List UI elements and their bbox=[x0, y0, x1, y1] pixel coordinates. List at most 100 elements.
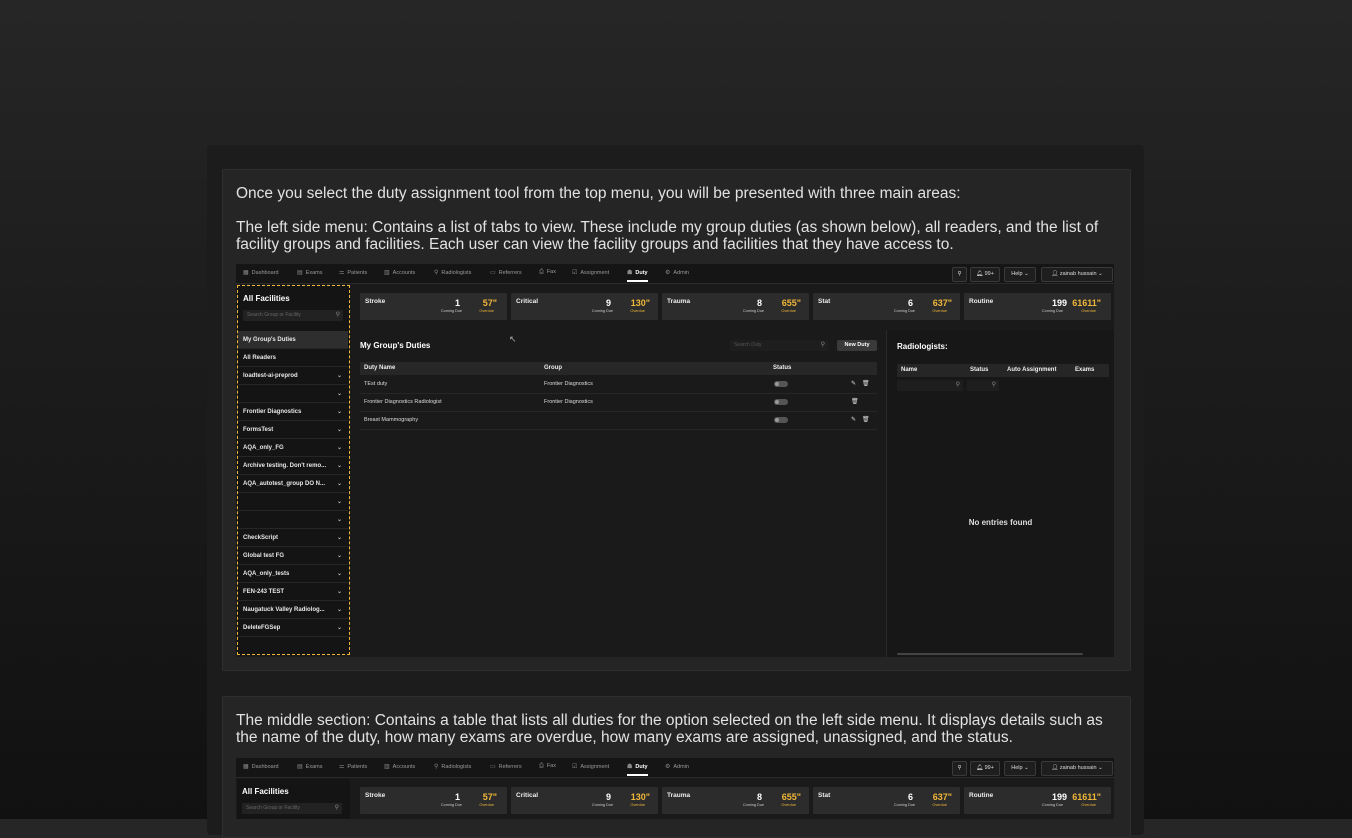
stat-card-stat[interactable]: Stat 6 Coming Due 637" Overdue bbox=[813, 293, 960, 320]
nav-admin[interactable]: ⚙ Admin bbox=[665, 269, 689, 276]
chevron-down-icon: ⌄ bbox=[1098, 271, 1103, 277]
stat-card-routine[interactable]: Routine 199 Coming Due 61611" Overdue bbox=[964, 787, 1111, 814]
nav-duty[interactable]: ☗ Duty bbox=[627, 269, 648, 282]
table-row[interactable]: Frontier Diagnostics Radiologist Frontie… bbox=[360, 393, 877, 412]
sidebar-item-group[interactable]: FEN-243 TEST ⌄ bbox=[238, 583, 348, 601]
chevron-down-icon: ⌄ bbox=[336, 607, 342, 613]
nav-referrers[interactable]: ▭ Referrers bbox=[490, 763, 522, 770]
notifications-button[interactable]: 🔔︎ 99+ bbox=[970, 761, 1000, 776]
dashboard-icon: ▦ bbox=[243, 270, 249, 276]
radiologists-title: Radiologists: bbox=[897, 342, 948, 351]
sidebar-item-group[interactable]: ⌄ bbox=[238, 385, 348, 403]
help-button[interactable]: Help ⌄ bbox=[1004, 267, 1036, 282]
nav-duty[interactable]: ☗ Duty bbox=[627, 763, 648, 776]
user-menu[interactable]: 👤︎ zainab hussain ⌄ bbox=[1041, 267, 1113, 282]
chevron-down-icon: ⌄ bbox=[336, 625, 342, 631]
delete-icon[interactable]: 🗑︎ bbox=[851, 393, 859, 411]
nav-assignment[interactable]: ☑ Assignment bbox=[572, 269, 609, 276]
admin-icon: ⚙ bbox=[665, 270, 671, 276]
nav-referrers[interactable]: ▭ Referrers bbox=[490, 269, 522, 276]
sidebar-item-group[interactable]: Global test FG ⌄ bbox=[238, 547, 348, 565]
notifications-button[interactable]: 🔔︎ 99+ bbox=[970, 267, 1000, 282]
admin-icon: ⚙ bbox=[665, 764, 671, 770]
edit-icon[interactable]: ✎ bbox=[851, 375, 856, 393]
exams-icon: ▤ bbox=[297, 764, 303, 770]
status-toggle[interactable] bbox=[774, 381, 788, 387]
sidebar-item-group[interactable]: loadtest-ai-preprod ⌄ bbox=[238, 367, 348, 385]
search-icon[interactable]: ⚲ bbox=[952, 267, 967, 282]
chevron-down-icon: ⌄ bbox=[336, 481, 342, 487]
new-duty-button[interactable]: New Duty bbox=[837, 340, 877, 351]
nav-exams[interactable]: ▤ Exams bbox=[297, 269, 322, 276]
stat-card-trauma[interactable]: Trauma 8 Coming Due 655" Overdue bbox=[662, 293, 809, 320]
chevron-down-icon: ⌄ bbox=[336, 517, 342, 523]
patients-icon: ⚌ bbox=[339, 764, 345, 770]
nav-dashboard[interactable]: ▦ Dashboard bbox=[243, 269, 279, 276]
table-row[interactable]: Breast Mammography ✎ 🗑︎ bbox=[360, 411, 877, 430]
nav-accounts[interactable]: ▥ Accounts bbox=[384, 763, 415, 770]
nav-radiologists[interactable]: ⚲ Radiologists bbox=[434, 763, 471, 770]
stat-card-routine[interactable]: Routine 199 Coming Due 61611" Overdue bbox=[964, 293, 1111, 320]
sidebar-item-group[interactable]: AQA_autotest_group DO N... ⌄ bbox=[238, 475, 348, 493]
sidebar-item-group[interactable]: Naugatuck Valley Radiolog... ⌄ bbox=[238, 601, 348, 619]
sidebar-item-group[interactable]: FormsTest ⌄ bbox=[238, 421, 348, 439]
nav-fax[interactable]: ⎙ Fax bbox=[539, 763, 556, 770]
app-screenshot-1: ▦ Dashboard ▤ Exams ⚌ Patients ▥ Accounts ⚲ R… bbox=[236, 264, 1114, 657]
chevron-down-icon: ⌄ bbox=[1024, 765, 1029, 771]
top-nav: ▦ Dashboard ▤ Exams ⚌ Patients ▥ Accounts ⚲ R… bbox=[236, 264, 1114, 284]
empty-state: No entries found bbox=[968, 518, 1033, 527]
nav-exams[interactable]: ▤ Exams bbox=[297, 763, 322, 770]
name-filter-input[interactable]: ⚲ bbox=[897, 380, 963, 391]
delete-icon[interactable]: 🗑︎ bbox=[862, 375, 870, 393]
chevron-down-icon: ⌄ bbox=[336, 463, 342, 469]
edit-icon[interactable]: ✎ bbox=[851, 411, 856, 429]
status-toggle[interactable] bbox=[774, 399, 788, 405]
sidebar-item-group[interactable]: Frontier Diagnostics ⌄ bbox=[238, 403, 348, 421]
middle-section-description: The middle section: Contains a table tha… bbox=[236, 712, 1103, 746]
delete-icon[interactable]: 🗑︎ bbox=[862, 411, 870, 429]
nav-fax[interactable]: ⎙ Fax bbox=[539, 269, 556, 276]
nav-radiologists[interactable]: ⚲ Radiologists bbox=[434, 269, 471, 276]
nav-assignment[interactable]: ☑ Assignment bbox=[572, 763, 609, 770]
horizontal-scrollbar[interactable] bbox=[897, 653, 1083, 655]
nav-dashboard[interactable]: ▦ Dashboard bbox=[243, 763, 279, 770]
chevron-down-icon: ⌄ bbox=[336, 571, 342, 577]
help-button[interactable]: Help ⌄ bbox=[1004, 761, 1036, 776]
stat-card-critical[interactable]: Critical 9 Coming Due 130" Overdue bbox=[511, 293, 658, 320]
sidebar-item-group[interactable]: AQA_only_FG ⌄ bbox=[238, 439, 348, 457]
status-filter-input[interactable]: ⚲ bbox=[967, 380, 999, 391]
stat-card-stat[interactable]: Stat 6 Coming Due 637" Overdue bbox=[813, 787, 960, 814]
stat-card-trauma[interactable]: Trauma 8 Coming Due 655" Overdue bbox=[662, 787, 809, 814]
sidebar-search-input[interactable]: Search Group or Facility ⚲ bbox=[242, 803, 342, 814]
sidebar-item-group[interactable]: DeleteFGSep ⌄ bbox=[238, 619, 348, 637]
nav-patients[interactable]: ⚌ Patients bbox=[339, 269, 367, 276]
sidebar-title: All Facilities bbox=[243, 294, 290, 303]
sidebar-item-all-readers[interactable]: All Readers bbox=[238, 349, 348, 367]
radiologists-table-header: Name Status Auto Assignment Exams bbox=[897, 364, 1109, 377]
search-icon[interactable]: ⚲ bbox=[952, 761, 967, 776]
duty-search-input[interactable]: Search Duty ⚲ bbox=[730, 340, 828, 351]
search-icon: ⚲ bbox=[991, 382, 996, 388]
sidebar-item-group[interactable]: ⌄ bbox=[238, 511, 348, 529]
nav-patients[interactable]: ⚌ Patients bbox=[339, 763, 367, 770]
sidebar-item-my-groups-duties[interactable]: My Group's Duties bbox=[238, 331, 348, 349]
sidebar-item-group[interactable]: CheckScript ⌄ bbox=[238, 529, 348, 547]
stat-card-stroke[interactable]: Stroke 1 Coming Due 57" Overdue bbox=[360, 787, 507, 814]
nav-accounts[interactable]: ▥ Accounts bbox=[384, 269, 415, 276]
stat-card-stroke[interactable]: Stroke 1 Coming Due 57" Overdue bbox=[360, 293, 507, 320]
nav-admin[interactable]: ⚙ Admin bbox=[665, 763, 689, 770]
stat-card-critical[interactable]: Critical 9 Coming Due 130" Overdue bbox=[511, 787, 658, 814]
chevron-down-icon: ⌄ bbox=[336, 553, 342, 559]
sidebar-item-group[interactable]: Archive testing. Don't remo... ⌄ bbox=[238, 457, 348, 475]
sidebar-item-group[interactable]: ⌄ bbox=[238, 493, 348, 511]
sidebar-item-group[interactable]: AQA_only_tests ⌄ bbox=[238, 565, 348, 583]
sidebar-search-input[interactable]: Search Group or Facility ⚲ bbox=[243, 310, 343, 321]
user-menu[interactable]: 👤︎ zainab hussain ⌄ bbox=[1041, 761, 1113, 776]
table-row[interactable]: TEst duty Frontier Diagnostics ✎ 🗑︎ bbox=[360, 375, 877, 394]
search-icon: ⚲ bbox=[820, 342, 825, 348]
status-toggle[interactable] bbox=[774, 417, 788, 423]
chevron-down-icon: ⌄ bbox=[1024, 271, 1029, 277]
referrers-icon: ▭ bbox=[490, 764, 496, 770]
bell-icon: 🔔︎ bbox=[976, 271, 984, 277]
user-icon: 👤︎ bbox=[1051, 765, 1059, 771]
